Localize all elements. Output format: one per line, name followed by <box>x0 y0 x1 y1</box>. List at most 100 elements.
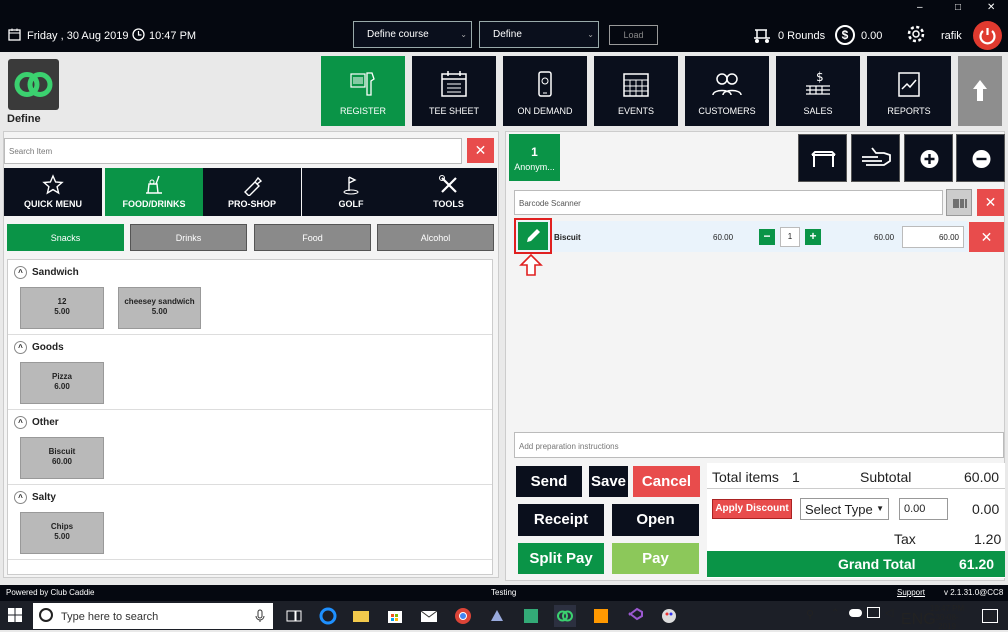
qty-increase-button[interactable]: + <box>805 229 821 245</box>
order-unit-price: 60.00 <box>713 233 734 242</box>
add-tab-button[interactable] <box>904 134 953 182</box>
minus-circle-icon <box>972 150 991 168</box>
discount-input[interactable]: 0.00 <box>899 498 948 520</box>
club-caddie-taskbar-icon[interactable] <box>554 605 576 627</box>
nav-on-demand[interactable]: ON DEMAND <box>503 56 587 126</box>
item-tile[interactable]: Pizza 6.00 <box>20 362 104 404</box>
minimize-window-button[interactable]: – <box>917 2 923 13</box>
group-header-sandwich[interactable]: ^ Sandwich <box>14 266 79 279</box>
file-explorer-icon[interactable] <box>350 605 372 627</box>
gear-icon[interactable] <box>906 24 926 47</box>
chrome-icon[interactable] <box>452 605 474 627</box>
visual-studio-icon[interactable] <box>624 605 646 627</box>
notification-center-icon[interactable]: 13 <box>982 609 998 623</box>
category-tools[interactable]: TOOLS <box>400 168 497 216</box>
nav-sales[interactable]: $ SALES <box>776 56 860 126</box>
sales-icon: $ <box>806 70 830 95</box>
support-link[interactable]: Support <box>897 588 925 597</box>
header-time: 10:47 PM <box>149 30 197 42</box>
table-button[interactable] <box>798 134 847 182</box>
sublime-text-icon[interactable] <box>590 605 612 627</box>
nav-register[interactable]: REGISTER <box>321 56 405 126</box>
price-override-input[interactable]: 60.00 <box>902 226 964 248</box>
search-input[interactable]: Search Item <box>4 138 462 164</box>
volume-icon[interactable]: ◁ <box>885 606 893 619</box>
group-header-salty[interactable]: ^ Salty <box>14 491 56 504</box>
split-pay-button[interactable]: Split Pay <box>518 543 604 574</box>
item-tile[interactable]: 12 5.00 <box>20 287 104 329</box>
power-button[interactable] <box>973 21 1002 50</box>
barcode-input[interactable]: Barcode Scanner <box>514 190 943 215</box>
subtotal-label: Subtotal <box>860 469 912 485</box>
instructions-input[interactable]: Add preparation instructions <box>514 432 1004 458</box>
cancel-button[interactable]: Cancel <box>633 466 700 497</box>
taskbar-search[interactable]: Type here to search <box>33 603 273 629</box>
close-window-button[interactable]: ✕ <box>987 2 995 13</box>
group-header-goods[interactable]: ^ Goods <box>14 341 64 354</box>
chevron-up-icon: ^ <box>14 341 27 354</box>
app-icon[interactable] <box>520 605 542 627</box>
network-icon[interactable] <box>867 607 880 618</box>
task-view-icon[interactable] <box>283 605 305 627</box>
version-label: v 2.1.31.0@CC8 <box>944 588 1004 597</box>
nav-on-demand-label: ON DEMAND <box>517 106 573 116</box>
course-select[interactable]: Define course ⌄ <box>353 21 472 48</box>
define-select[interactable]: Define ⌄ <box>479 21 599 48</box>
scroll-up-button[interactable] <box>958 56 1002 126</box>
golf-cart-icon <box>752 26 772 47</box>
item-tile[interactable]: Biscuit 60.00 <box>20 437 104 479</box>
category-food-drinks[interactable]: FOOD/DRINKS <box>105 168 203 216</box>
nav-reports[interactable]: REPORTS <box>867 56 951 126</box>
chevron-down-icon: ⌄ <box>587 30 594 39</box>
microphone-icon[interactable] <box>255 609 265 628</box>
category-golf[interactable]: GOLF <box>302 168 400 216</box>
subcategory-drinks[interactable]: Drinks <box>130 224 247 251</box>
nav-register-label: REGISTER <box>339 106 386 116</box>
barcode-button[interactable] <box>946 189 972 216</box>
edit-line-button[interactable] <box>518 222 548 250</box>
open-button[interactable]: Open <box>612 504 699 536</box>
clear-search-button[interactable]: ✕ <box>467 138 494 163</box>
clear-barcode-button[interactable]: ✕ <box>977 189 1004 216</box>
mail-icon[interactable] <box>418 605 440 627</box>
send-button[interactable]: Send <box>516 466 582 497</box>
group-header-other[interactable]: ^ Other <box>14 416 59 429</box>
remove-tab-button[interactable] <box>956 134 1005 182</box>
maximize-window-button[interactable]: □ <box>955 2 961 13</box>
taskbar-clock[interactable]: 10:47 PM 30-08-2019 <box>928 604 966 631</box>
people-icon[interactable]: ⚲ <box>806 608 814 621</box>
nav-events[interactable]: EVENTS <box>594 56 678 126</box>
windows-start-icon[interactable] <box>8 608 22 627</box>
qty-decrease-button[interactable]: − <box>759 229 775 245</box>
chevron-down-icon: ⌄ <box>460 30 467 39</box>
edge-browser-icon[interactable] <box>317 605 339 627</box>
store-icon[interactable] <box>384 605 406 627</box>
arrow-up-outline-icon <box>519 253 543 281</box>
chevron-up-icon[interactable]: ⌃ <box>831 608 839 619</box>
customer-tab[interactable]: 1 Anonym... <box>509 134 560 181</box>
item-tile[interactable]: Chips 5.00 <box>20 512 104 554</box>
discount-type-select[interactable]: Select Type ▼ <box>800 498 889 520</box>
item-price: 5.00 <box>54 532 70 541</box>
qty-input[interactable]: 1 <box>780 227 800 247</box>
remove-line-button[interactable]: ✕ <box>969 222 1004 252</box>
load-button[interactable]: Load <box>609 25 658 45</box>
tools-icon <box>439 175 457 193</box>
receipt-button[interactable]: Receipt <box>518 504 604 536</box>
paint-icon[interactable] <box>658 605 680 627</box>
pay-button[interactable]: Pay <box>612 543 699 574</box>
subcategory-alcohol[interactable]: Alcohol <box>377 224 494 251</box>
item-tile[interactable]: cheesey sandwich 5.00 <box>118 287 201 329</box>
apply-discount-button[interactable]: Apply Discount <box>712 499 792 519</box>
onedrive-icon[interactable] <box>849 609 862 617</box>
category-quick-menu[interactable]: QUICK MENU <box>4 168 102 216</box>
subcategory-snacks[interactable]: Snacks <box>7 224 124 251</box>
save-button[interactable]: Save <box>589 466 628 497</box>
category-pro-shop[interactable]: PRO-SHOP <box>203 168 301 216</box>
nav-customers[interactable]: CUSTOMERS <box>685 56 769 126</box>
transfer-button[interactable] <box>851 134 900 182</box>
nav-tee-sheet[interactable]: TEE SHEET <box>412 56 496 126</box>
header-date: Friday , 30 Aug 2019 <box>27 30 129 42</box>
subcategory-food[interactable]: Food <box>254 224 371 251</box>
app-icon[interactable] <box>486 605 508 627</box>
